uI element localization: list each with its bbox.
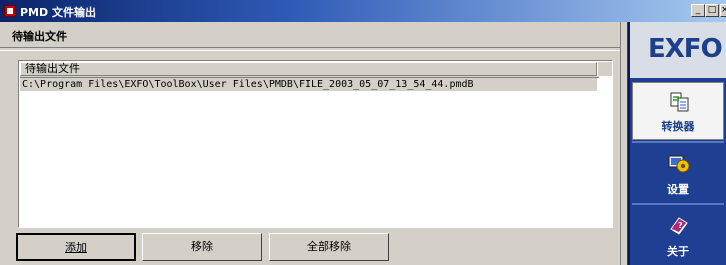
sidebar-item-label: 设置 (667, 183, 689, 196)
svg-text:?: ? (678, 221, 683, 230)
logo-area: EXFO (630, 22, 726, 78)
section-title: 待输出文件 (12, 30, 67, 43)
sidebar: EXFO 转换器 设置 ? 关于 (628, 22, 726, 265)
sidebar-separator (632, 203, 724, 205)
add-button-label: 添加 (65, 241, 87, 254)
panel-splitter (620, 22, 628, 265)
sidebar-item-converter[interactable]: 转换器 (632, 82, 724, 140)
list-header: 待输出文件 (20, 62, 612, 78)
sidebar-item-settings[interactable]: 设置 (632, 144, 724, 202)
close-button[interactable]: × (720, 4, 726, 17)
window-title: PMD 文件输出 (20, 6, 96, 19)
app-icon (4, 5, 16, 17)
exfo-logo: EXFO (648, 34, 723, 64)
remove-all-button[interactable]: 全部移除 (269, 233, 389, 261)
sidebar-item-about[interactable]: ? 关于 (632, 206, 724, 264)
add-button[interactable]: 添加 (16, 233, 136, 261)
output-file-list[interactable]: 待输出文件 C:\Program Files\EXFO\ToolBox\User… (18, 60, 613, 228)
header-filler (597, 62, 612, 76)
minimize-button[interactable]: _ (691, 4, 705, 17)
section-divider (0, 47, 620, 51)
sidebar-item-label: 转换器 (661, 120, 695, 133)
sidebar-separator (632, 141, 724, 143)
converter-icon (670, 92, 689, 112)
settings-icon (668, 155, 690, 173)
title-bar: PMD 文件输出 _ □ × (0, 0, 726, 22)
list-item[interactable]: C:\Program Files\EXFO\ToolBox\User Files… (20, 78, 597, 91)
about-icon: ? (670, 217, 688, 235)
maximize-button[interactable]: □ (705, 4, 719, 17)
column-header-file[interactable]: 待输出文件 (20, 62, 597, 76)
remove-button[interactable]: 移除 (142, 233, 262, 261)
sidebar-item-label: 关于 (667, 245, 689, 258)
